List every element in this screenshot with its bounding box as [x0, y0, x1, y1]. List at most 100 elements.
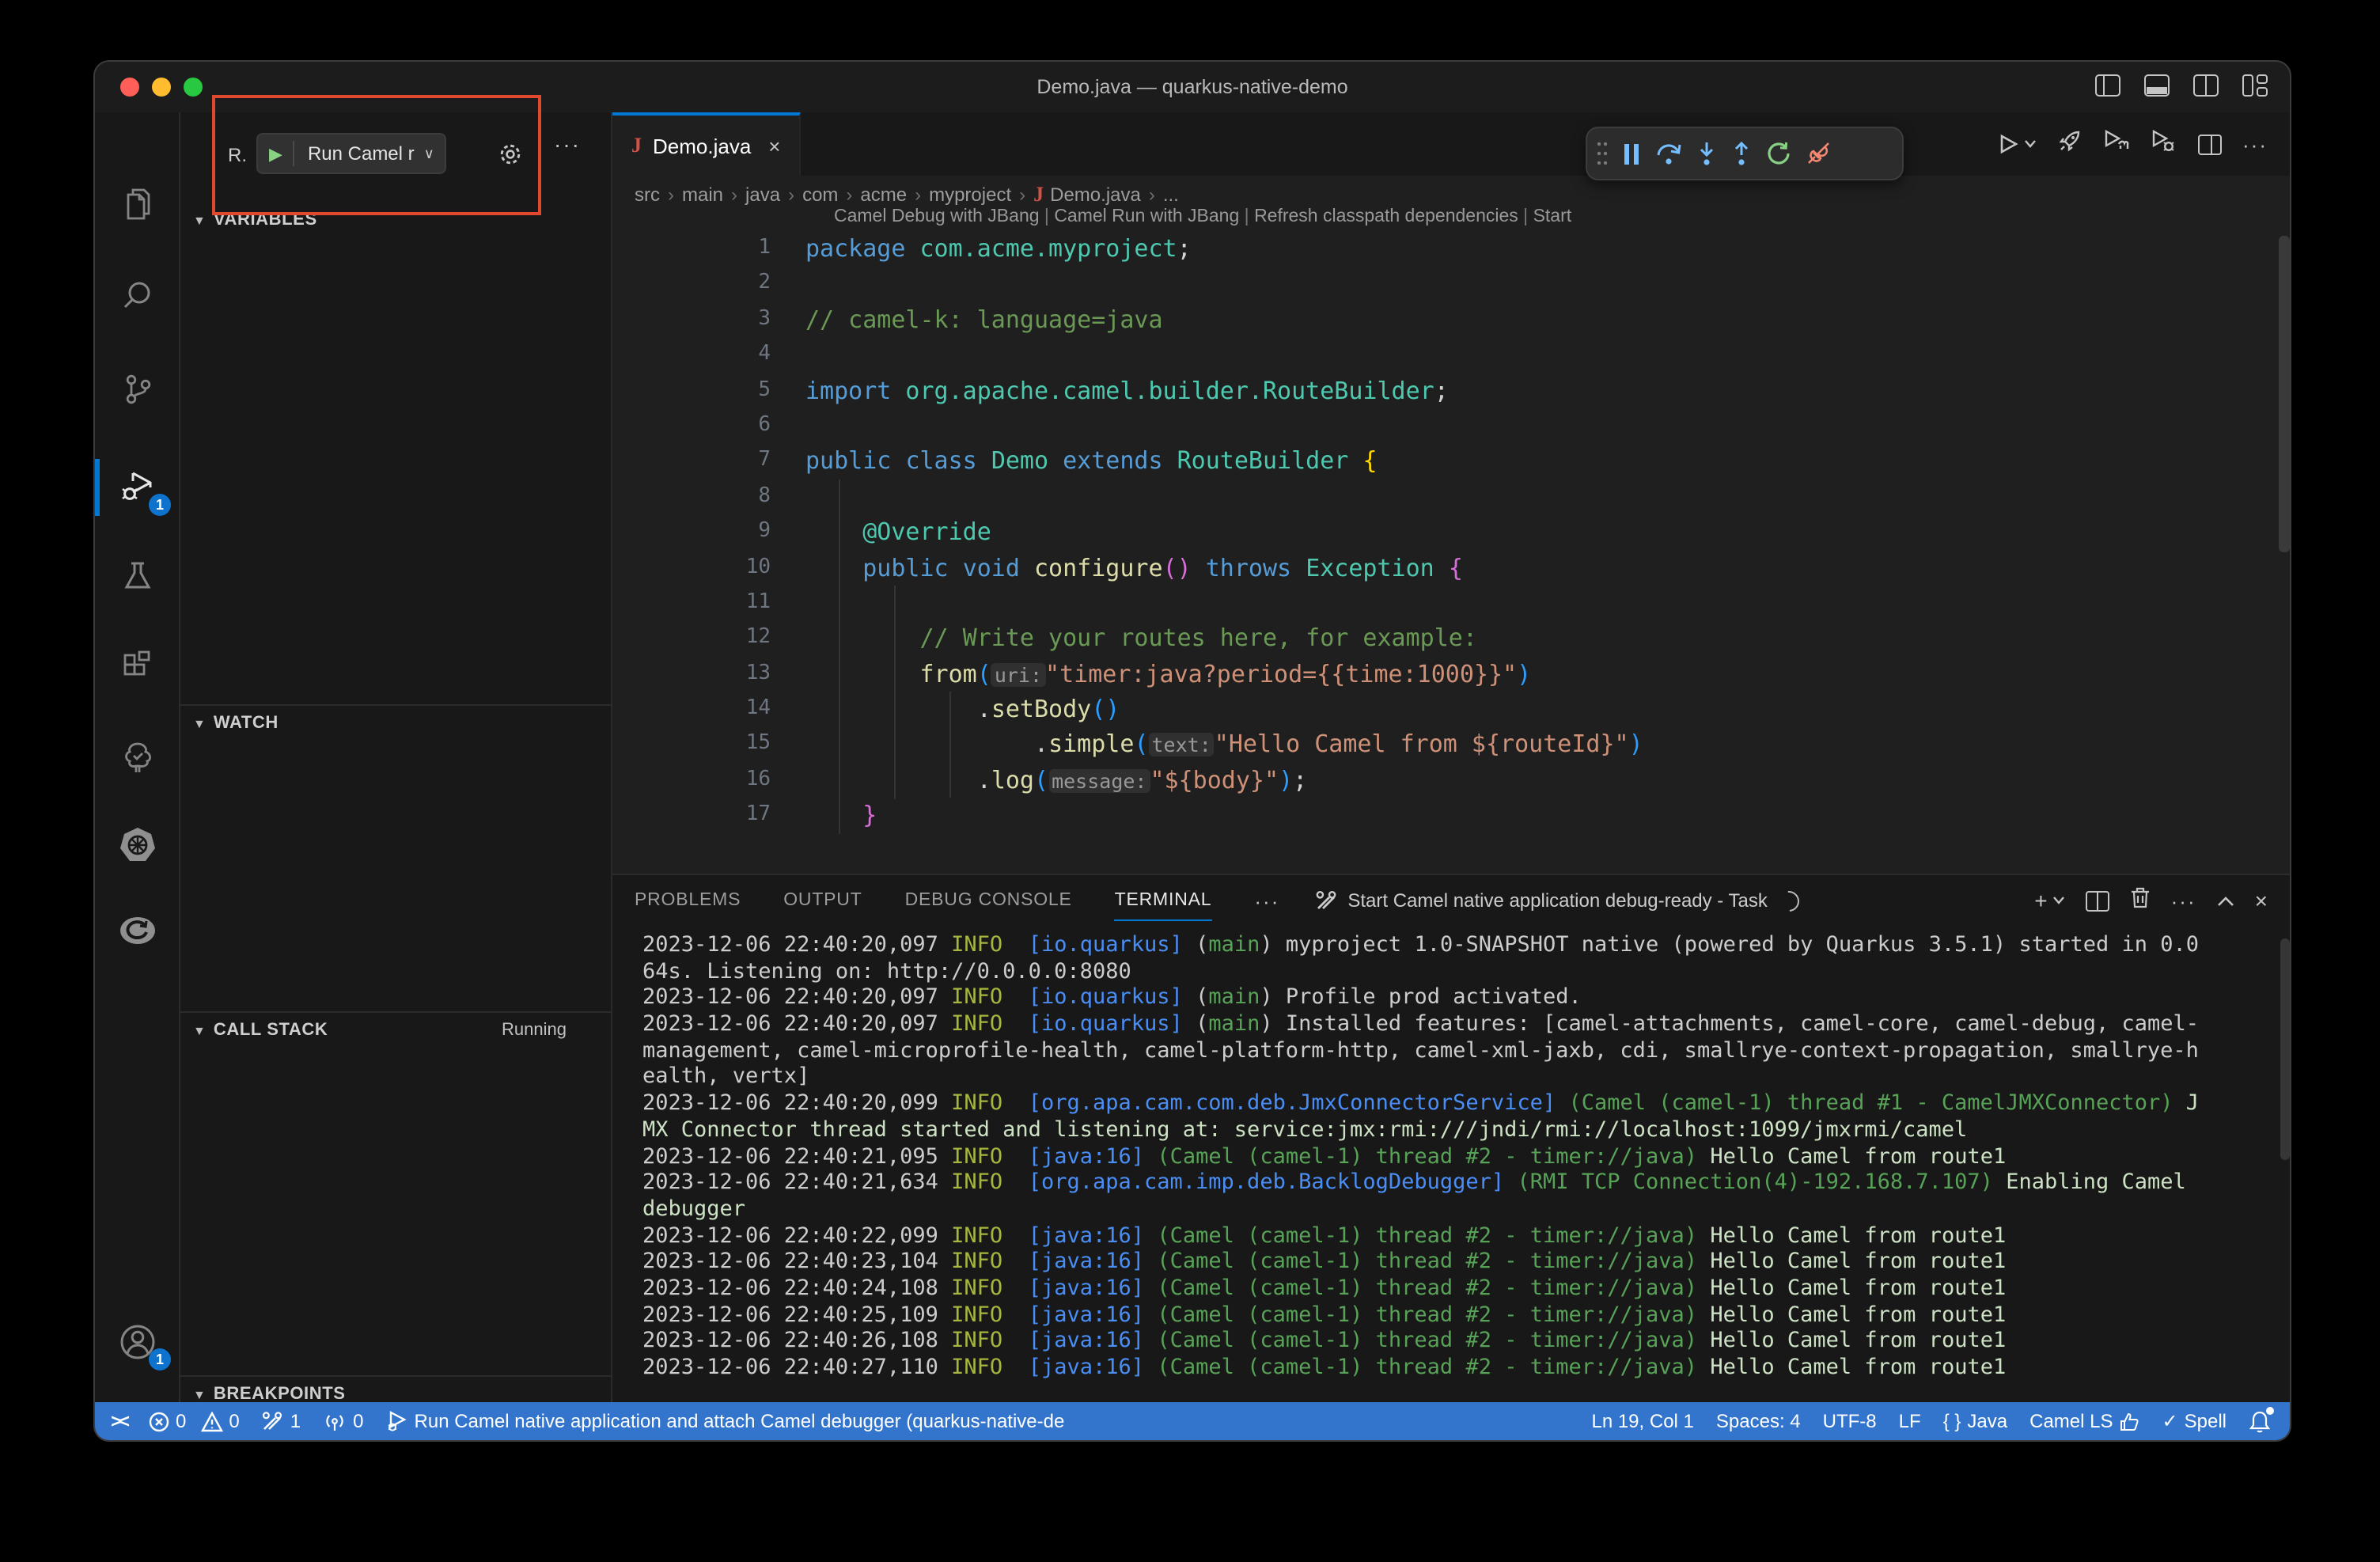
- close-tab-icon[interactable]: ×: [768, 134, 780, 157]
- new-terminal-icon[interactable]: +: [2034, 888, 2064, 913]
- drag-handle-icon[interactable]: [1597, 141, 1608, 166]
- indentation-setting[interactable]: Spaces: 4: [1716, 1410, 1801, 1432]
- breadcrumb-item[interactable]: src: [635, 184, 660, 206]
- camel-run-icon[interactable]: [2103, 127, 2130, 161]
- running-tasks-indicator[interactable]: 1: [262, 1410, 301, 1432]
- code-line[interactable]: 6: [612, 408, 2291, 444]
- spell-checker-status[interactable]: ✓Spell: [2162, 1410, 2227, 1432]
- camel-ls-status[interactable]: Camel LS: [2029, 1410, 2139, 1432]
- code-line[interactable]: 11: [612, 586, 2291, 621]
- tree-test-explorer-icon[interactable]: [95, 723, 180, 793]
- activity-bar: 1 1: [95, 112, 180, 1405]
- toggle-panel-icon[interactable]: [2144, 74, 2170, 97]
- close-panel-icon[interactable]: ×: [2255, 888, 2268, 913]
- thumbs-up-icon: [2120, 1411, 2140, 1431]
- code-editor[interactable]: 1package com.acme.myproject;23// camel-k…: [612, 231, 2291, 833]
- panel-more-tabs-icon[interactable]: ···: [1254, 889, 1279, 912]
- run-debug-icon[interactable]: 1: [95, 453, 180, 522]
- step-out-icon[interactable]: [1731, 141, 1752, 166]
- source-control-icon[interactable]: [95, 354, 180, 424]
- run-java-icon[interactable]: [1997, 133, 2037, 155]
- encoding-setting[interactable]: UTF-8: [1823, 1410, 1877, 1432]
- codelens-link[interactable]: Refresh classpath dependencies: [1254, 207, 1518, 226]
- split-editor-icon[interactable]: [2198, 134, 2222, 154]
- debug-status-message[interactable]: Run Camel native application and attach …: [386, 1410, 1065, 1432]
- panel-more-actions-icon[interactable]: ···: [2171, 889, 2196, 912]
- indent-guide: [949, 692, 951, 798]
- code-line[interactable]: 13 from(uri:"timer:java?period={{time:10…: [612, 656, 2291, 692]
- editor-tab-bar: J Demo.java × ···: [612, 112, 2291, 176]
- editor-more-actions-icon[interactable]: ···: [2242, 132, 2268, 156]
- search-icon[interactable]: [95, 261, 180, 331]
- accounts-icon[interactable]: 1: [95, 1307, 180, 1377]
- cursor-position[interactable]: Ln 19, Col 1: [1591, 1410, 1693, 1432]
- code-line[interactable]: 9 @Override: [612, 514, 2291, 550]
- debug-badge: 1: [149, 494, 171, 516]
- toggle-sidebar-icon[interactable]: [2095, 74, 2120, 97]
- broadcast-icon: [323, 1411, 347, 1431]
- kill-terminal-trash-icon[interactable]: [2130, 885, 2151, 916]
- panel-tab-terminal[interactable]: TERMINAL: [1115, 875, 1212, 926]
- panel-tab-problems[interactable]: PROBLEMS: [635, 875, 741, 926]
- code-line[interactable]: 17 }: [612, 798, 2291, 834]
- camel-jbang-rocket-icon[interactable]: [2057, 127, 2082, 161]
- code-line[interactable]: 1package com.acme.myproject;: [612, 231, 2291, 267]
- openshift-icon[interactable]: [95, 896, 180, 965]
- eol-setting[interactable]: LF: [1899, 1410, 1921, 1432]
- disconnect-icon[interactable]: [1806, 141, 1832, 166]
- codelens-link[interactable]: Camel Run with JBang: [1054, 207, 1239, 226]
- breadcrumb-item[interactable]: myproject: [929, 184, 1011, 206]
- terminal-output[interactable]: 2023-12-06 22:40:20,097 INFO [io.quarkus…: [642, 932, 2277, 1381]
- code-line[interactable]: 3// camel-k: language=java: [612, 302, 2291, 338]
- customize-layout-icon[interactable]: [2242, 74, 2268, 97]
- code-line[interactable]: 16 .log(message:"${body}");: [612, 763, 2291, 798]
- tab-demo-java[interactable]: J Demo.java ×: [612, 112, 801, 176]
- code-line[interactable]: 2: [612, 267, 2291, 302]
- codelens-link[interactable]: Start: [1533, 207, 1572, 226]
- kubernetes-icon[interactable]: [95, 810, 180, 880]
- extensions-icon[interactable]: [95, 631, 180, 701]
- forwarded-ports-indicator[interactable]: 0: [323, 1410, 363, 1432]
- notifications-bell-icon[interactable]: [2249, 1409, 2271, 1433]
- terminal-line: 2023-12-06 22:40:20,097 INFO [io.quarkus…: [642, 1011, 2277, 1037]
- problems-indicator[interactable]: 0 0: [149, 1410, 240, 1432]
- step-over-icon[interactable]: [1655, 141, 1682, 166]
- breadcrumb-item[interactable]: main: [682, 184, 723, 206]
- views-more-actions-icon[interactable]: ···: [554, 131, 581, 157]
- code-line[interactable]: 4: [612, 337, 2291, 373]
- code-line[interactable]: 8: [612, 479, 2291, 514]
- code-line[interactable]: 5import org.apache.camel.builder.RouteBu…: [612, 373, 2291, 408]
- breadcrumb-item[interactable]: JDemo.java: [1033, 182, 1141, 207]
- debug-toolbar[interactable]: [1586, 127, 1904, 180]
- braces-icon: { }: [1943, 1410, 1961, 1432]
- code-line[interactable]: 7public class Demo extends RouteBuilder …: [612, 444, 2291, 480]
- pause-icon[interactable]: [1622, 142, 1641, 165]
- language-mode[interactable]: { }Java: [1943, 1410, 2007, 1432]
- remote-indicator[interactable]: ><: [111, 1410, 127, 1432]
- terminal-scrollbar[interactable]: [2280, 938, 2290, 1160]
- breadcrumb-separator: ›: [915, 184, 921, 206]
- code-line[interactable]: 10 public void configure() throws Except…: [612, 550, 2291, 586]
- codelens-link[interactable]: Camel Debug with JBang: [834, 207, 1040, 226]
- restart-icon[interactable]: [1766, 141, 1791, 166]
- step-into-icon[interactable]: [1696, 141, 1717, 166]
- breadcrumb-item[interactable]: ...: [1163, 184, 1179, 206]
- breadcrumb-item[interactable]: acme: [860, 184, 907, 206]
- split-terminal-icon[interactable]: [2086, 890, 2109, 911]
- code-line[interactable]: 15 .simple(text:"Hello Camel from ${rout…: [612, 727, 2291, 763]
- testing-icon[interactable]: [95, 541, 180, 611]
- camel-debug-icon[interactable]: [2151, 127, 2177, 161]
- code-line[interactable]: 12 // Write your routes here, for exampl…: [612, 621, 2291, 657]
- editor-scrollbar[interactable]: [2279, 236, 2290, 552]
- panel-tab-debug-console[interactable]: DEBUG CONSOLE: [905, 875, 1072, 926]
- split-editor-icon[interactable]: [2193, 74, 2219, 97]
- explorer-icon[interactable]: [95, 169, 180, 239]
- maximize-panel-chevron-icon[interactable]: [2217, 886, 2234, 915]
- terminal-task[interactable]: Start Camel native application debug-rea…: [1314, 889, 1799, 912]
- breadcrumb-item[interactable]: java: [745, 184, 780, 206]
- breadcrumb-item[interactable]: com: [802, 184, 838, 206]
- watch-section-header[interactable]: ▼ WATCH: [180, 707, 611, 739]
- code-line[interactable]: 14 .setBody(): [612, 692, 2291, 727]
- call-stack-section-header[interactable]: ▼ CALL STACK Running: [180, 1014, 611, 1046]
- panel-tab-output[interactable]: OUTPUT: [783, 875, 862, 926]
